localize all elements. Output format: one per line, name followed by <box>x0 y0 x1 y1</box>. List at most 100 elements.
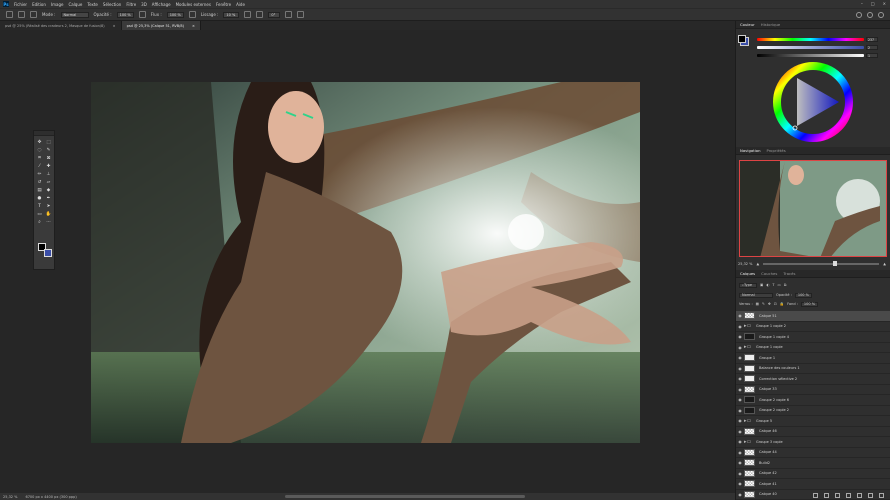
menu-image[interactable]: Image <box>51 2 64 7</box>
link-layers-icon[interactable] <box>813 492 818 498</box>
close-icon[interactable]: × <box>113 24 116 28</box>
tab-traces[interactable]: Tracés <box>783 271 795 276</box>
close-icon[interactable]: × <box>192 24 195 28</box>
mode-select[interactable]: Normal <box>60 11 89 18</box>
layer-row[interactable]: ◉ Calque 33 <box>736 385 890 395</box>
stamp-tool-icon[interactable]: ⊥ <box>45 171 52 177</box>
layer-row[interactable]: ◉ ▸▭ Groupe 3 copie <box>736 437 890 448</box>
pen-tool-icon[interactable]: ✒ <box>45 195 52 201</box>
tab-document-2[interactable]: psd @ 25,3% (Calque 51, RVB/8) × <box>121 21 201 30</box>
background-color-swatch[interactable] <box>44 249 52 257</box>
crop-tool-icon[interactable]: ⌗ <box>36 155 43 161</box>
visibility-eye-icon[interactable]: ◉ <box>736 355 744 360</box>
layer-row[interactable]: ◉ ▸▭ Groupe 5 <box>736 416 890 427</box>
tab-navigation[interactable]: Navigation <box>740 148 760 153</box>
menu-selection[interactable]: Sélection <box>103 2 121 7</box>
hand-tool-icon[interactable]: ✋ <box>45 211 52 217</box>
airbrush-icon[interactable] <box>188 11 196 18</box>
gear-icon[interactable] <box>244 11 252 18</box>
eraser-tool-icon[interactable]: ▱ <box>45 179 52 185</box>
navigator-zoom-slider[interactable] <box>763 261 880 266</box>
menu-calque[interactable]: Calque <box>68 2 82 7</box>
pressure-opacity-icon[interactable] <box>138 11 146 18</box>
visibility-eye-icon[interactable]: ◉ <box>736 376 744 381</box>
layer-row[interactable]: ◉ Groupe 1 copie 4 <box>736 332 890 343</box>
eyedropper-tool-icon[interactable]: ⁄ <box>36 163 43 169</box>
layer-row[interactable]: ◉ Calque 51 <box>736 311 890 322</box>
gradient-tool-icon[interactable]: ▤ <box>36 187 43 193</box>
smoothing-field[interactable]: 10 % <box>223 11 240 18</box>
menu-3d[interactable]: 3D <box>141 2 147 7</box>
visibility-eye-icon[interactable]: ◉ <box>736 334 744 339</box>
new-layer-icon[interactable] <box>868 492 873 498</box>
move-tool-icon[interactable]: ✥ <box>36 139 43 145</box>
visibility-eye-icon[interactable]: ◉ <box>736 429 744 434</box>
menu-texte[interactable]: Texte <box>87 2 98 7</box>
menu-aide[interactable]: Aide <box>236 2 245 7</box>
flow-field[interactable]: 100 % <box>166 11 184 18</box>
layer-row[interactable]: ◉ Calque 44 <box>736 448 890 458</box>
layer-row[interactable]: ◉ ▸▭ Groupe 1 copie 2 <box>736 322 890 332</box>
blur-tool-icon[interactable]: ◆ <box>45 187 52 193</box>
layer-row[interactable]: ◉ Groupe 1 <box>736 353 890 364</box>
brush-settings-icon[interactable] <box>30 11 37 18</box>
hue-slider[interactable] <box>757 38 864 41</box>
lock-pixels-icon[interactable]: ▦ <box>756 302 759 306</box>
marquee-tool-icon[interactable]: ⬚ <box>45 139 52 145</box>
brush-tool-icon[interactable] <box>6 11 13 18</box>
rectangle-tool-icon[interactable]: ▭ <box>36 211 43 217</box>
adjustment-layer-icon[interactable] <box>846 492 851 498</box>
layer-row[interactable]: ◉ Groupe 2 copie 6 <box>736 395 890 406</box>
tab-historique[interactable]: Historique <box>761 22 780 27</box>
healing-tool-icon[interactable]: ✚ <box>45 163 52 169</box>
filter-shape-icon[interactable]: ▭ <box>778 283 781 287</box>
lock-position-icon[interactable]: ✥ <box>768 302 771 306</box>
visibility-eye-icon[interactable]: ◉ <box>736 324 744 329</box>
visibility-eye-icon[interactable]: ◉ <box>736 439 744 444</box>
tab-document-1[interactable]: psd @ 25% (Réalisé des cradeurs 2, Masqu… <box>0 21 122 30</box>
visibility-eye-icon[interactable]: ◉ <box>736 408 744 413</box>
frame-tool-icon[interactable]: ⊠ <box>45 155 52 161</box>
brush-tool-icon[interactable]: ✏ <box>36 171 43 177</box>
tab-calques[interactable]: Calques <box>740 271 755 276</box>
layer-row[interactable]: ◉ Balance des couleurs 1 <box>736 364 890 374</box>
angle-icon[interactable] <box>256 11 264 18</box>
layer-fill-field[interactable]: 100 % <box>800 301 819 307</box>
filter-pixel-icon[interactable]: ▣ <box>760 283 763 287</box>
pressure-size-icon[interactable] <box>285 11 293 18</box>
workspace-icon[interactable] <box>867 12 873 18</box>
lasso-tool-icon[interactable]: ◌ <box>36 147 43 153</box>
visibility-eye-icon[interactable]: ◉ <box>736 313 744 318</box>
saturation-slider[interactable] <box>757 46 864 49</box>
search-icon[interactable] <box>856 12 862 18</box>
hue-value[interactable]: 237 <box>866 37 878 42</box>
visibility-eye-icon[interactable]: ◉ <box>736 471 744 476</box>
add-mask-icon[interactable] <box>835 492 840 498</box>
filter-smart-icon[interactable]: ⧉ <box>784 283 787 287</box>
zoom-in-icon[interactable]: ▲ <box>883 262 886 266</box>
horizontal-scrollbar[interactable] <box>285 495 525 498</box>
symmetry-icon[interactable] <box>297 11 305 18</box>
opacity-field[interactable]: 100 % <box>116 11 134 18</box>
type-tool-icon[interactable]: T <box>36 203 43 209</box>
menu-fichier[interactable]: Fichier <box>14 2 27 7</box>
layer-row[interactable]: ◉ Build2 <box>736 458 890 469</box>
color-fg-chip[interactable] <box>738 35 746 43</box>
visibility-eye-icon[interactable]: ◉ <box>736 366 744 371</box>
menu-fenetre[interactable]: Fenêtre <box>216 2 231 7</box>
color-wheel[interactable] <box>773 62 853 142</box>
visibility-eye-icon[interactable]: ◉ <box>736 450 744 455</box>
zoom-tool-icon[interactable]: ⌕ <box>36 219 43 225</box>
filter-adjust-icon[interactable]: ◐ <box>766 283 769 287</box>
new-group-icon[interactable] <box>857 492 862 498</box>
navigator-zoom-value[interactable]: 25,32 % <box>738 262 752 266</box>
brightness-slider[interactable] <box>757 54 864 57</box>
brush-preset-icon[interactable] <box>18 11 25 18</box>
zoom-level[interactable]: 25,32 % <box>3 495 17 499</box>
maximize-icon[interactable]: □ <box>871 1 875 6</box>
saturation-value[interactable]: 2 <box>866 45 878 50</box>
layer-row[interactable]: ◉ Calque 41 <box>736 479 890 490</box>
menu-filtre[interactable]: Filtre <box>126 2 136 7</box>
close-icon[interactable]: × <box>883 1 886 6</box>
visibility-eye-icon[interactable]: ◉ <box>736 345 744 350</box>
